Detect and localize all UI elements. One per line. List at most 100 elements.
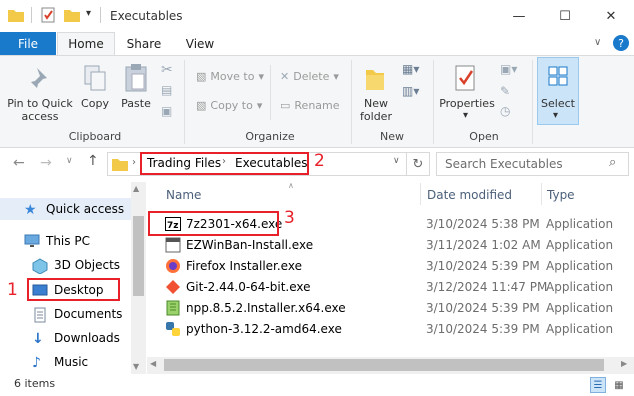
minimize-button[interactable]: — <box>496 0 542 32</box>
qat-dropdown-icon[interactable]: ▾ <box>86 8 91 19</box>
copy-icon <box>84 65 106 91</box>
scroll-down-icon[interactable]: ▼ <box>133 362 139 371</box>
folder-icon <box>8 10 24 22</box>
copy-to-label: Copy to <box>210 99 253 112</box>
nav-label: Quick access <box>46 202 125 216</box>
move-to-button[interactable]: ▧ Move to ▾ <box>196 70 264 83</box>
close-button[interactable]: ✕ <box>588 0 634 32</box>
file-row[interactable]: Git-2.44.0-64-bit.exe 3/12/2024 11:47 PM… <box>160 276 630 297</box>
chevron-right-icon: › <box>132 157 136 168</box>
nav-label: Desktop <box>54 283 104 297</box>
file-name: npp.8.5.2.Installer.x64.exe <box>186 300 346 315</box>
select-icon <box>548 66 568 86</box>
hscroll-thumb[interactable] <box>164 359 604 371</box>
copy-button[interactable]: Copy <box>78 97 112 110</box>
properties-qat-icon[interactable] <box>41 7 56 23</box>
pin-to-quick-access-button[interactable]: Pin to Quick access <box>4 97 76 123</box>
column-header-type[interactable]: Type <box>547 188 575 202</box>
clipboard-group-label: Clipboard <box>68 130 122 143</box>
copy-path-icon[interactable]: ▤ <box>161 83 172 97</box>
delete-icon: ✕ <box>280 70 290 83</box>
scroll-right-icon[interactable]: ▶ <box>621 359 627 368</box>
file-name: Git-2.44.0-64-bit.exe <box>186 279 311 294</box>
breadcrumb-trading-files[interactable]: Trading Files <box>147 156 221 170</box>
file-type: Application <box>546 300 614 315</box>
nav-scroll-thumb[interactable] <box>133 216 144 296</box>
refresh-button[interactable]: ↻ <box>406 152 430 176</box>
properties-button[interactable]: Properties <box>438 97 496 110</box>
new-folder-label-1: New <box>364 97 388 110</box>
column-divider[interactable] <box>541 183 542 205</box>
breadcrumb-executables[interactable]: Executables <box>235 156 308 170</box>
paste-button[interactable]: Paste <box>118 97 154 110</box>
file-name: Firefox Installer.exe <box>186 258 302 273</box>
tab-share[interactable]: Share <box>120 32 168 55</box>
ribbon-separator <box>532 60 533 144</box>
delete-button[interactable]: ✕ Delete ▾ <box>280 70 339 83</box>
status-bar: 6 items <box>0 374 634 396</box>
edit-icon[interactable]: ✎ <box>500 84 510 98</box>
notepadpp-icon <box>166 300 180 315</box>
file-date: 3/12/2024 11:47 PM <box>426 279 548 294</box>
paste-shortcut-icon[interactable]: ▣ <box>161 104 172 118</box>
search-input[interactable]: Search Executables <box>436 152 629 176</box>
file-row[interactable]: Firefox Installer.exe 3/10/2024 5:39 PM … <box>160 255 630 276</box>
copy-to-button[interactable]: ▧ Copy to ▾ <box>196 99 262 112</box>
monitor-icon <box>24 234 40 248</box>
details-view-icon[interactable]: ☰ <box>590 377 606 393</box>
scroll-left-icon[interactable]: ◀ <box>150 359 156 368</box>
document-icon <box>32 307 48 323</box>
forward-icon[interactable]: → <box>40 155 52 171</box>
rename-label: Rename <box>294 99 340 112</box>
address-dropdown-icon[interactable]: ∨ <box>393 156 400 166</box>
history-icon[interactable]: ◷ <box>500 104 510 118</box>
tab-file[interactable]: File <box>0 32 56 55</box>
tab-home[interactable]: Home <box>57 32 115 55</box>
new-folder-qat-icon[interactable] <box>64 8 80 22</box>
folder-icon <box>112 159 128 171</box>
maximize-button[interactable]: ☐ <box>542 0 588 32</box>
file-row[interactable]: python-3.12.2-amd64.exe 3/10/2024 5:39 P… <box>160 318 630 339</box>
file-row[interactable]: EZWinBan-Install.exe 3/11/2024 1:02 AM A… <box>160 234 630 255</box>
column-divider[interactable] <box>420 183 421 205</box>
sort-indicator-icon: ∧ <box>288 181 294 190</box>
new-item-icon[interactable]: ▦▾ <box>402 62 419 76</box>
recent-locations-icon[interactable]: ∨ <box>66 156 73 166</box>
open-icon[interactable]: ▣▾ <box>500 62 517 76</box>
divider <box>100 7 101 23</box>
cube-icon <box>32 258 48 275</box>
scroll-up-icon[interactable]: ▲ <box>133 184 139 193</box>
file-row[interactable]: npp.8.5.2.Installer.x64.exe 3/10/2024 5:… <box>160 297 630 318</box>
move-to-label: Move to <box>210 70 255 83</box>
git-icon <box>166 279 180 294</box>
cut-icon[interactable]: ✂ <box>161 62 173 78</box>
rename-icon: ▭ <box>280 99 291 112</box>
help-button[interactable]: ? <box>613 35 629 51</box>
large-icons-view-icon[interactable]: ▦ <box>611 377 627 393</box>
desktop-icon <box>32 283 48 297</box>
collapse-ribbon-icon[interactable]: ∨ <box>594 37 601 48</box>
paste-icon <box>125 64 147 92</box>
ribbon-separator <box>184 60 185 144</box>
installer-icon <box>165 237 181 252</box>
music-icon: ♪ <box>32 355 41 371</box>
column-header-name[interactable]: Name <box>166 188 201 202</box>
window-title: Executables <box>110 9 183 23</box>
column-header-date[interactable]: Date modified <box>427 188 512 202</box>
new-folder-button[interactable]: New folder <box>356 97 396 123</box>
annotation-number-2: 2 <box>314 151 325 171</box>
back-icon[interactable]: ← <box>13 155 25 171</box>
firefox-icon <box>166 258 180 273</box>
file-type: Application <box>546 258 614 273</box>
rename-button[interactable]: ▭ Rename <box>280 99 340 112</box>
tab-view[interactable]: View <box>176 32 224 55</box>
up-icon[interactable]: ↑ <box>87 153 99 169</box>
easy-access-icon[interactable]: ▥▾ <box>402 84 419 98</box>
file-date: 3/10/2024 5:39 PM <box>426 258 540 273</box>
divider <box>31 7 32 23</box>
nav-label: Downloads <box>54 331 120 345</box>
nav-label: Music <box>54 355 89 369</box>
file-name: python-3.12.2-amd64.exe <box>186 321 342 336</box>
file-type: Application <box>546 279 614 294</box>
file-date: 3/11/2024 1:02 AM <box>426 237 541 252</box>
